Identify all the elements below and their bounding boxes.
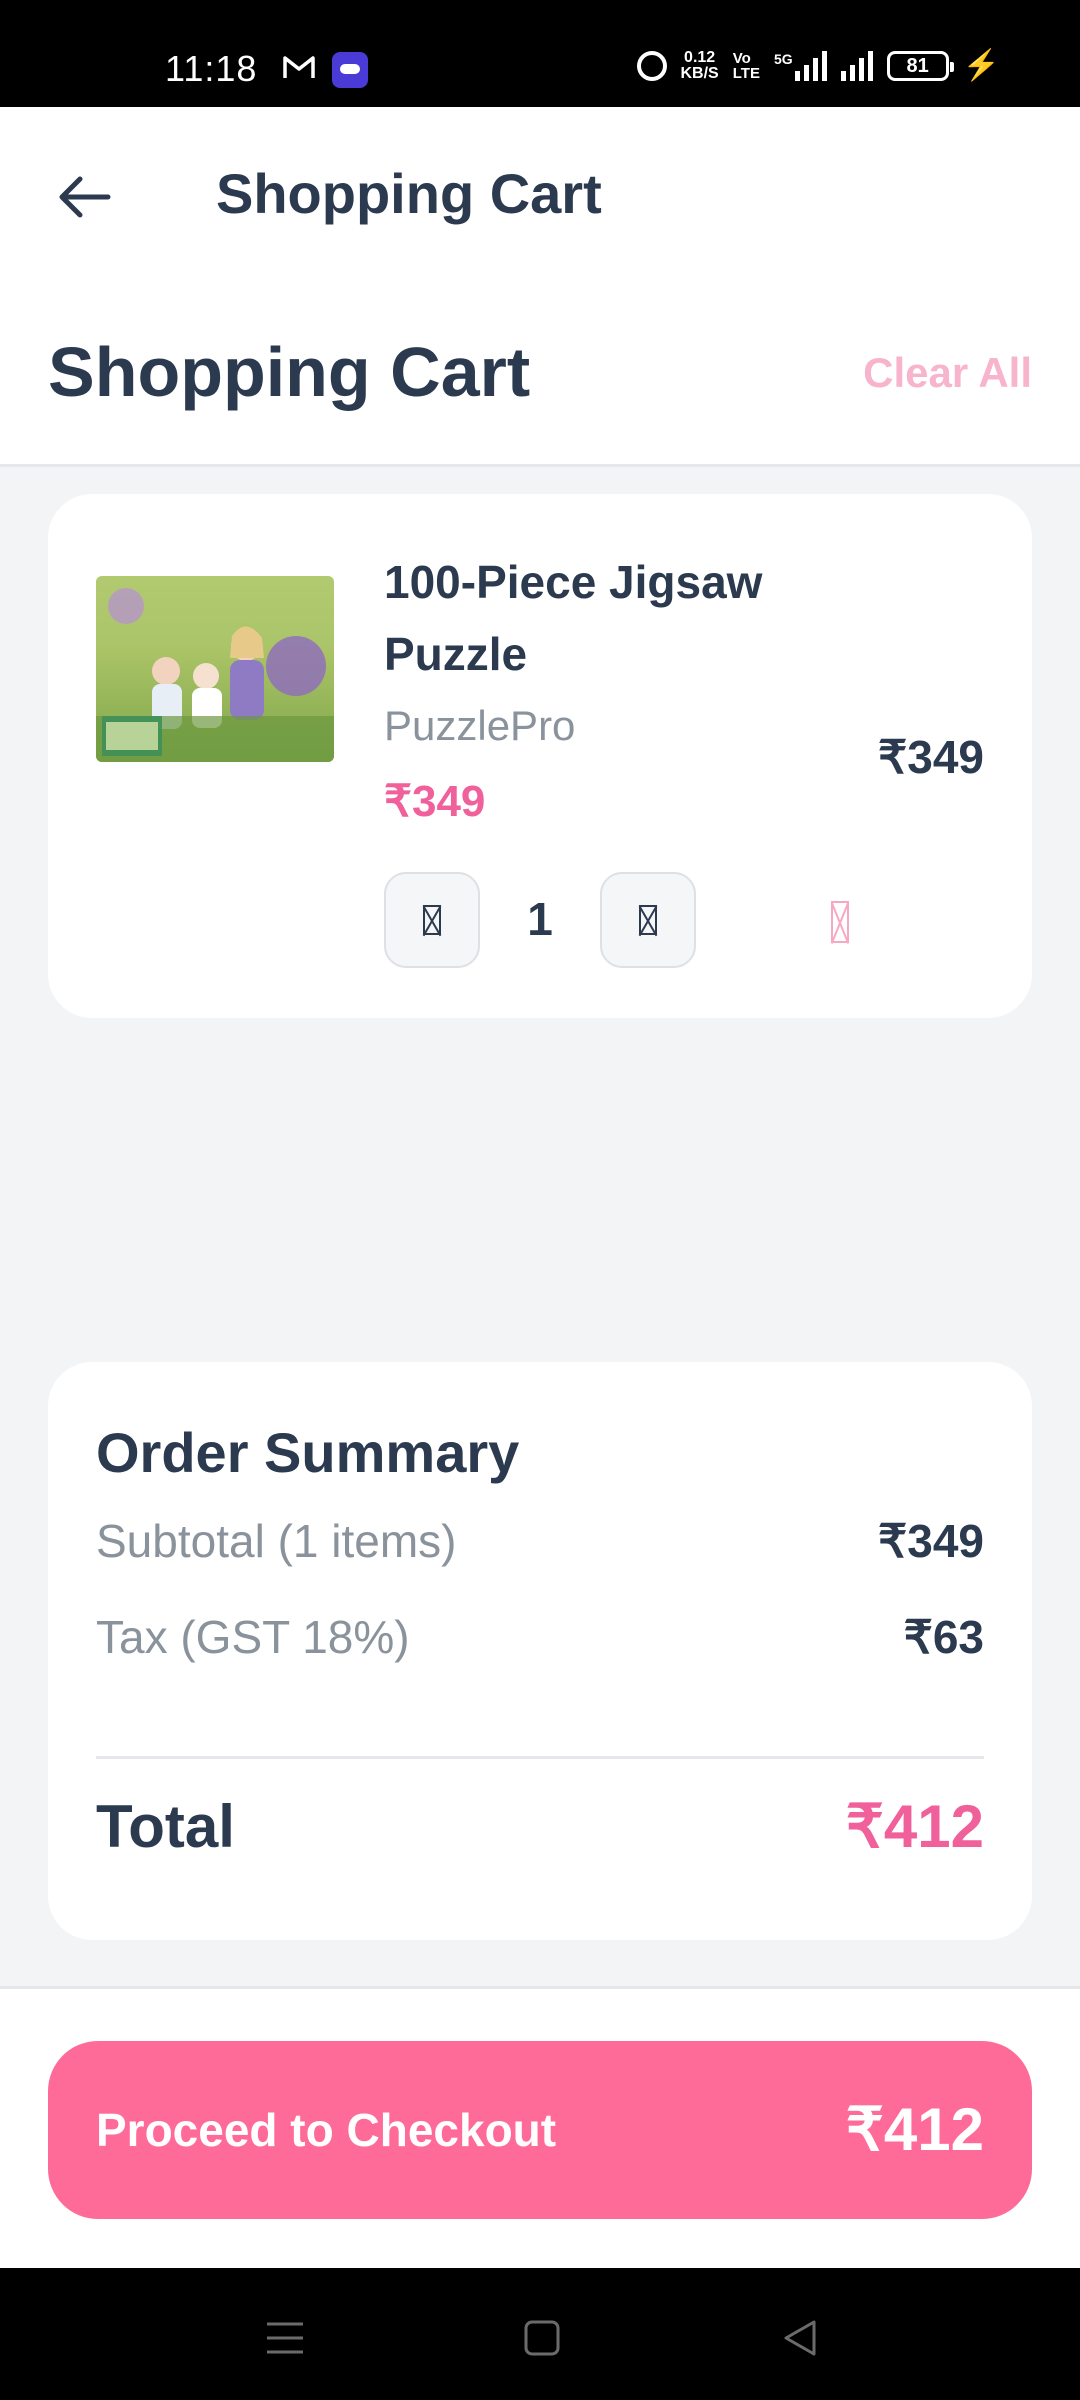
subtotal-label: Subtotal (1 items)	[96, 1515, 457, 1567]
status-bar: 11:18 0.12 KB/S Vo LTE 5G 81 ⚡	[0, 0, 1080, 107]
tax-value: ₹63	[903, 1611, 984, 1663]
network-speed-value: 0.12	[684, 49, 716, 66]
back-nav-button[interactable]	[770, 2308, 830, 2368]
page-title: Shopping Cart	[48, 333, 531, 411]
volte-indicator: Vo LTE	[733, 51, 760, 81]
back-triangle-icon	[784, 2320, 816, 2356]
app-notification-icon	[332, 52, 368, 88]
remove-item-button[interactable]	[810, 892, 870, 952]
system-navigation-bar	[0, 2268, 1080, 2400]
status-time: 11:18	[165, 48, 258, 89]
status-indicators: 0.12 KB/S Vo LTE 5G 81 ⚡	[636, 49, 1000, 82]
plus-icon	[639, 905, 657, 935]
total-label: Total	[96, 1793, 235, 1860]
product-image	[96, 576, 334, 762]
summary-divider	[96, 1756, 984, 1759]
total-value: ₹412	[845, 1793, 984, 1860]
network-speed-unit: KB/S	[680, 65, 719, 82]
tax-label: Tax (GST 18%)	[96, 1611, 410, 1663]
order-summary-card: Order Summary Subtotal (1 items) ₹349 Ta…	[48, 1362, 1032, 1940]
network-speed: 0.12 KB/S	[681, 50, 719, 82]
signal-5g-icon: 5G	[774, 51, 827, 81]
alarm-icon	[636, 51, 667, 81]
checkout-label: Proceed to Checkout	[96, 2104, 557, 2156]
home-square-icon	[524, 2320, 560, 2356]
charging-icon: ⚡	[962, 49, 1000, 82]
item-name[interactable]: 100-Piece Jigsaw Puzzle	[384, 546, 804, 690]
minus-icon	[423, 905, 441, 935]
gmail-icon	[283, 56, 315, 78]
app-bar: Shopping Cart	[0, 107, 1080, 277]
network-type: 5G	[773, 51, 793, 67]
subtotal-value: ₹349	[877, 1515, 984, 1567]
volte-top: Vo	[732, 50, 751, 67]
app-bar-title: Shopping Cart	[216, 162, 602, 225]
increase-quantity-button[interactable]	[600, 872, 696, 968]
clear-all-button[interactable]: Clear All	[863, 349, 1032, 397]
proceed-to-checkout-button[interactable]: Proceed to Checkout ₹412	[48, 2041, 1032, 2219]
decrease-quantity-button[interactable]	[384, 872, 480, 968]
checkout-footer: Proceed to Checkout ₹412	[0, 1986, 1080, 2268]
recent-apps-button[interactable]	[255, 2308, 315, 2368]
cart-item-card: 100-Piece Jigsaw Puzzle PuzzlePro ₹349 ₹…	[48, 494, 1032, 1018]
menu-icon	[267, 2322, 303, 2354]
home-button[interactable]	[512, 2308, 572, 2368]
page-header: Shopping Cart Clear All	[0, 277, 1080, 467]
quantity-value: 1	[527, 893, 553, 945]
volte-bottom: LTE	[732, 65, 760, 82]
battery-icon: 81	[886, 51, 954, 81]
order-summary-title: Order Summary	[96, 1421, 520, 1484]
item-brand: PuzzlePro	[384, 702, 576, 749]
checkout-amount: ₹412	[845, 2096, 984, 2163]
trash-icon	[831, 901, 849, 943]
item-line-total: ₹349	[877, 731, 984, 783]
item-unit-price: ₹349	[384, 777, 486, 826]
back-button[interactable]	[48, 161, 120, 233]
arrow-left-icon	[59, 176, 111, 218]
signal-icon	[840, 51, 873, 81]
battery-level: 81	[906, 55, 929, 77]
